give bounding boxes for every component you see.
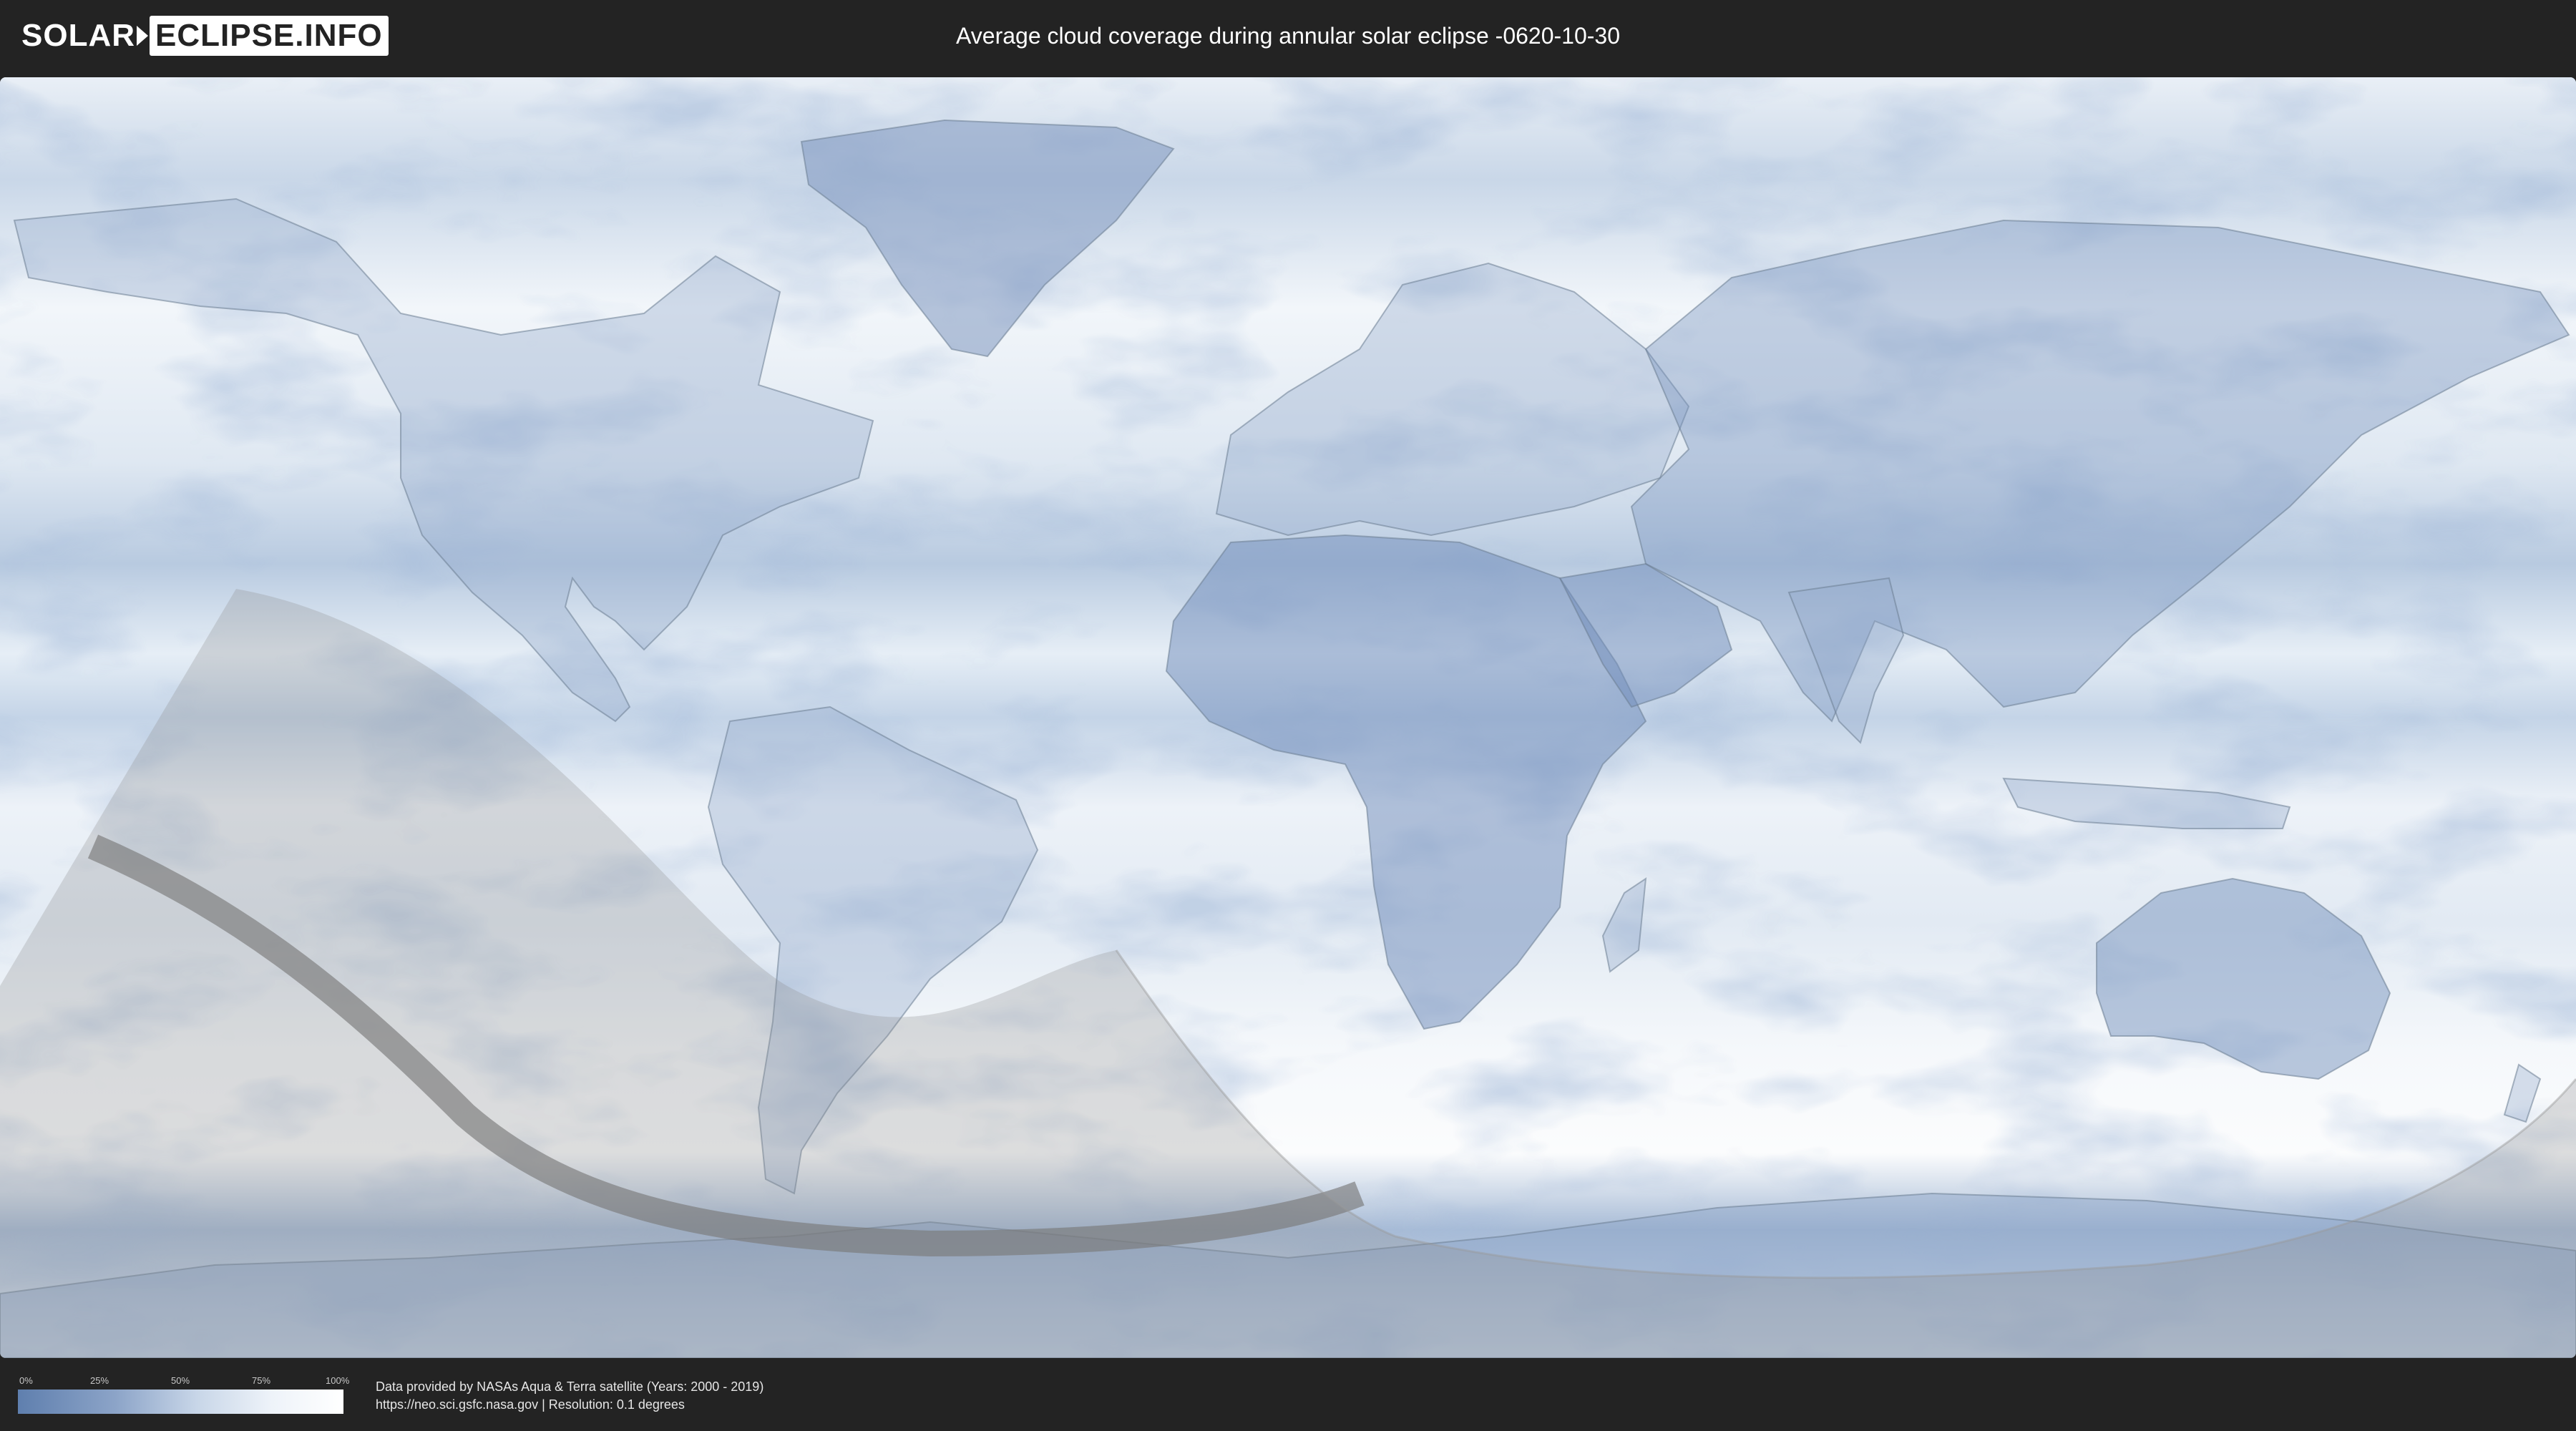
cloud-coverage-map[interactable] [0, 77, 2576, 1358]
footer-bar: 0% 25% 50% 75% 100% Data provided by NAS… [0, 1359, 2576, 1431]
page-title: Average cloud coverage during annular so… [956, 23, 1620, 49]
legend-tick-50: 50% [170, 1375, 190, 1386]
cloud-coverage-legend: 0% 25% 50% 75% 100% [18, 1375, 349, 1417]
legend-ticks: 0% 25% 50% 75% 100% [18, 1375, 349, 1387]
legend-tick-25: 25% [89, 1375, 109, 1386]
page: SOLAR ECLIPSE.INFO Average cloud coverag… [0, 0, 2576, 1431]
data-source-text: Data provided by NASAs Aqua & Terra sate… [376, 1379, 764, 1394]
map-svg [0, 77, 2576, 1358]
data-source-link[interactable]: https://neo.sci.gsfc.nasa.gov | Resoluti… [376, 1396, 763, 1414]
legend-color-scale [18, 1390, 343, 1414]
legend-tick-75: 75% [251, 1375, 271, 1386]
header-bar: SOLAR ECLIPSE.INFO Average cloud coverag… [0, 0, 2576, 72]
legend-tick-100: 100% [326, 1375, 350, 1386]
data-credits: Data provided by NASAs Aqua & Terra sate… [376, 1378, 763, 1414]
legend-tick-0: 0% [19, 1375, 33, 1386]
